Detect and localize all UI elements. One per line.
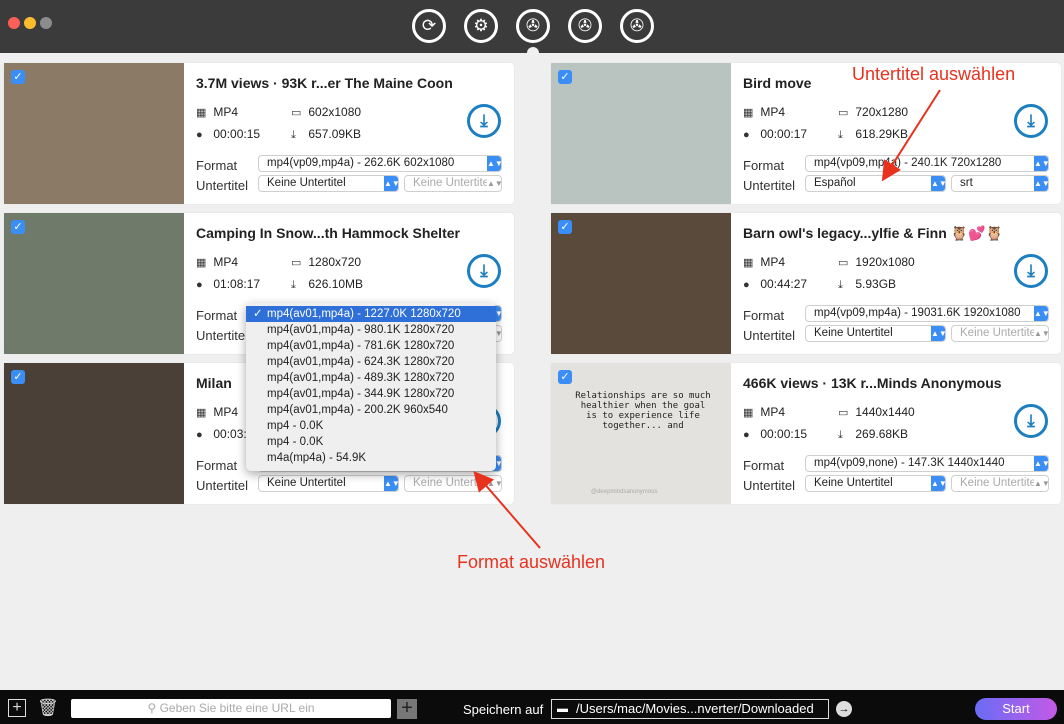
arrow-to-subtitle	[881, 89, 941, 182]
annotation-arrows	[473, 89, 941, 549]
arrow-to-format	[473, 470, 541, 549]
